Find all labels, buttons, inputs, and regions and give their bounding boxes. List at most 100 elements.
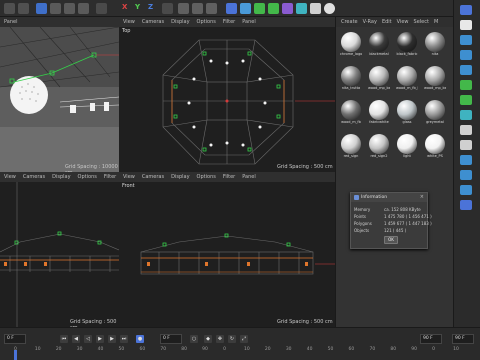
material-swatch[interactable]: wood_mp_bar xyxy=(424,66,446,91)
axis-x-icon[interactable]: X xyxy=(122,3,127,11)
menu-vray[interactable]: V-Ray xyxy=(363,19,377,25)
material-swatch[interactable]: red_sign xyxy=(340,134,362,159)
scale-tool-icon[interactable] xyxy=(50,3,61,14)
render-view-icon[interactable] xyxy=(178,3,189,14)
cloner-icon[interactable] xyxy=(268,3,279,14)
scale-key-icon[interactable]: ⤢ xyxy=(240,335,248,343)
menu-m[interactable]: M xyxy=(434,19,438,25)
floor-icon[interactable] xyxy=(296,3,307,14)
play-icon[interactable]: ▶ xyxy=(96,335,104,343)
material-swatch[interactable]: chrome_logo xyxy=(340,32,362,57)
render-picture-queue-icon[interactable] xyxy=(192,3,203,14)
material-swatch[interactable]: fabricwhite xyxy=(368,100,390,125)
max-frame-field[interactable]: 90 F xyxy=(452,334,474,344)
menu-cameras[interactable]: Cameras xyxy=(23,174,45,180)
axis-z-icon[interactable]: Z xyxy=(148,3,153,11)
current-frame-field[interactable]: 0 F xyxy=(160,334,182,344)
top-viewport[interactable]: Top Grid Spacing: 500 cm xyxy=(119,27,335,172)
material-swatch[interactable]: wood_mp_bar xyxy=(368,66,390,91)
redo-icon[interactable] xyxy=(18,3,29,14)
menu-create[interactable]: Create xyxy=(341,19,358,25)
position-key-icon[interactable]: ✥ xyxy=(216,335,224,343)
move-tool-icon[interactable] xyxy=(36,3,47,14)
menu-panel[interactable]: Panel xyxy=(242,174,256,180)
tweak-mode-icon[interactable] xyxy=(460,140,472,150)
world-coordinates-icon[interactable] xyxy=(162,3,173,14)
light-icon[interactable] xyxy=(324,3,335,14)
play-backwards-icon[interactable]: ◁ xyxy=(84,335,92,343)
keyframe-selection-icon[interactable]: ◆ xyxy=(204,335,212,343)
viewport-solo-icon[interactable] xyxy=(460,155,472,165)
menu-cameras[interactable]: Cameras xyxy=(142,174,164,180)
live-selection-icon[interactable] xyxy=(78,3,89,14)
menu-options[interactable]: Options xyxy=(197,174,216,180)
material-swatch[interactable]: black_fabric xyxy=(396,32,418,57)
render-settings-icon[interactable] xyxy=(206,3,217,14)
record-keys-icon[interactable]: ● xyxy=(136,335,144,343)
material-swatch[interactable]: nita xyxy=(424,32,446,57)
points-mode-icon[interactable] xyxy=(460,35,472,45)
menu-filter[interactable]: Filter xyxy=(104,174,116,180)
snap-icon[interactable] xyxy=(460,95,472,105)
menu-panel[interactable]: Panel xyxy=(242,19,256,25)
playhead[interactable] xyxy=(14,350,17,360)
menu-panel[interactable]: Panel xyxy=(4,19,18,25)
menu-options[interactable]: Options xyxy=(197,19,216,25)
workplane-icon[interactable] xyxy=(460,110,472,120)
coordinate-system-icon[interactable] xyxy=(96,3,107,14)
end-frame-field[interactable]: 90 F xyxy=(420,334,442,344)
menu-display[interactable]: Display xyxy=(171,19,189,25)
material-swatch[interactable]: light xyxy=(396,134,418,159)
cube-primitive-icon[interactable] xyxy=(226,3,237,14)
material-name: wood_mp_bar xyxy=(424,86,446,90)
material-swatch[interactable]: wood_m_fb_b xyxy=(396,66,418,91)
start-frame-field[interactable]: 0 F xyxy=(4,334,26,344)
soft-selection-icon[interactable] xyxy=(460,125,472,135)
subdivision-icon[interactable] xyxy=(254,3,265,14)
mesh-check-icon[interactable] xyxy=(460,185,472,195)
edges-mode-icon[interactable] xyxy=(460,50,472,60)
front-viewport[interactable]: Front Grid Spacing : 500 cm xyxy=(119,182,335,327)
rotate-tool-icon[interactable] xyxy=(64,3,75,14)
autokey-icon[interactable]: ○ xyxy=(190,335,198,343)
material-swatch[interactable]: glass xyxy=(396,100,418,125)
polygons-mode-icon[interactable] xyxy=(460,65,472,75)
rotation-key-icon[interactable]: ↻ xyxy=(228,335,236,343)
menu-view[interactable]: View xyxy=(4,174,16,180)
previous-key-icon[interactable]: ◀ xyxy=(72,335,80,343)
close-icon[interactable]: × xyxy=(420,193,424,202)
ok-button[interactable]: OK xyxy=(384,236,398,244)
menu-cameras[interactable]: Cameras xyxy=(142,19,164,25)
menu-display[interactable]: Display xyxy=(171,174,189,180)
perspective-viewport[interactable]: Grid Spacing : 10000 cm xyxy=(0,27,119,172)
model-mode-icon[interactable] xyxy=(460,5,472,15)
menu-display[interactable]: Display xyxy=(52,174,70,180)
menu-view[interactable]: View xyxy=(123,174,135,180)
material-swatch[interactable]: blackmetal xyxy=(368,32,390,57)
texture-mode-icon[interactable] xyxy=(460,20,472,30)
material-swatch[interactable]: wood_m_fb xyxy=(340,100,362,125)
menu-view[interactable]: View xyxy=(123,19,135,25)
menu-edit[interactable]: Edit xyxy=(382,19,392,25)
undo-icon[interactable] xyxy=(4,3,15,14)
axis-mode-icon[interactable] xyxy=(460,80,472,90)
sculpt-icon[interactable] xyxy=(460,200,472,210)
go-to-end-icon[interactable]: ⏭ xyxy=(120,335,128,343)
material-swatch[interactable]: white_PS xyxy=(424,134,446,159)
menu-filter[interactable]: Filter xyxy=(223,19,235,25)
menu-select[interactable]: Select xyxy=(414,19,429,25)
menu-view[interactable]: View xyxy=(397,19,409,25)
pen-tool-icon[interactable] xyxy=(240,3,251,14)
material-swatch[interactable]: red_sign2 xyxy=(368,134,390,159)
go-to-start-icon[interactable]: ⏮ xyxy=(60,335,68,343)
material-swatch[interactable]: greymetal xyxy=(424,100,446,125)
lock-workplane-icon[interactable] xyxy=(460,170,472,180)
menu-options[interactable]: Options xyxy=(78,174,97,180)
menu-filter[interactable]: Filter xyxy=(223,174,235,180)
material-swatch[interactable]: nita_trutta xyxy=(340,66,362,91)
axis-y-icon[interactable]: Y xyxy=(135,3,140,11)
right-viewport[interactable]: Grid Spacing : 500 cm xyxy=(0,182,119,327)
next-key-icon[interactable]: ▶ xyxy=(108,335,116,343)
deformer-icon[interactable] xyxy=(282,3,293,14)
camera-icon[interactable] xyxy=(310,3,321,14)
